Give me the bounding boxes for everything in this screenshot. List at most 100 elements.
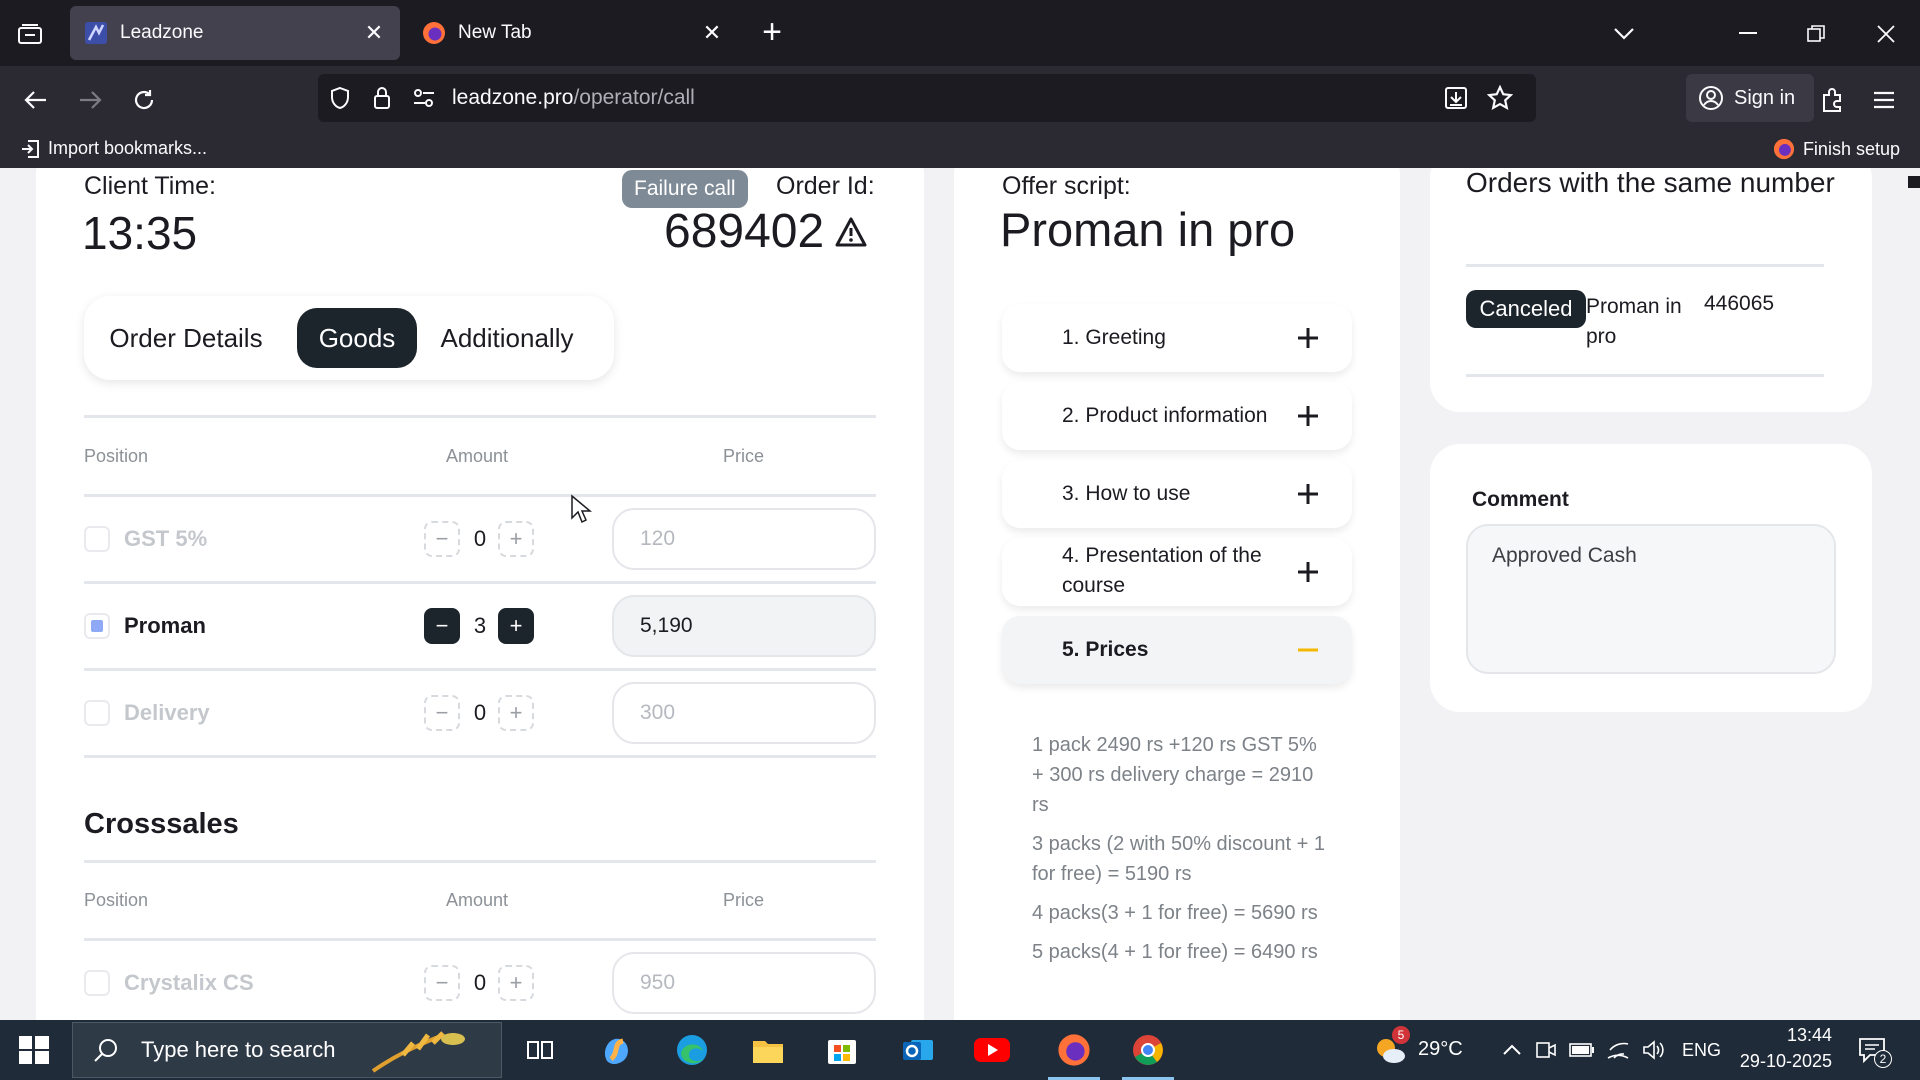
tab-additionally[interactable]: Additionally	[432, 308, 582, 368]
failure-call-badge[interactable]: Failure call	[622, 170, 748, 208]
order-number-link[interactable]: 446065	[1704, 292, 1774, 316]
tab-order-details[interactable]: Order Details	[106, 308, 266, 368]
search-placeholder: Type here to search	[141, 1037, 336, 1062]
increment-button[interactable]: +	[498, 521, 534, 557]
microsoft-store-icon[interactable]	[822, 1030, 862, 1070]
lock-icon[interactable]	[368, 84, 396, 112]
column-header-position: Position	[84, 890, 149, 910]
increment-button[interactable]: +	[498, 695, 534, 731]
offer-script-product: Proman in pro	[1000, 203, 1296, 256]
edge-icon[interactable]	[672, 1030, 712, 1070]
import-bookmarks-link[interactable]: Import bookmarks...	[20, 138, 207, 159]
meet-icon[interactable]	[1526, 1030, 1566, 1070]
menu-icon[interactable]	[1864, 80, 1904, 120]
close-window-icon[interactable]	[1866, 14, 1906, 54]
bookmark-star-icon[interactable]	[1486, 84, 1514, 112]
windows-start-icon[interactable]	[14, 1032, 54, 1068]
list-all-tabs-icon[interactable]	[1604, 14, 1644, 54]
increment-button[interactable]: +	[498, 608, 534, 644]
finish-setup-link[interactable]: Finish setup	[1773, 138, 1900, 160]
row-checkbox[interactable]	[84, 700, 110, 726]
script-section-product-information[interactable]: 2. Product information	[1002, 382, 1352, 450]
language-indicator[interactable]: ENG	[1682, 1040, 1721, 1061]
close-tab-icon[interactable]: ✕	[362, 20, 386, 45]
tracking-shield-icon[interactable]	[326, 84, 354, 112]
decrement-button[interactable]: −	[424, 608, 460, 644]
comment-textarea[interactable]: Approved Cash	[1466, 524, 1836, 674]
tab-new-tab[interactable]: New Tab ✕	[408, 6, 738, 60]
clock-time[interactable]: 13:44	[1758, 1025, 1832, 1046]
restore-icon[interactable]	[1796, 14, 1836, 54]
extensions-icon[interactable]	[1812, 80, 1852, 120]
tab-leadzone[interactable]: Leadzone ✕	[70, 6, 400, 60]
tab-title: New Tab	[458, 22, 532, 43]
reload-icon[interactable]	[124, 80, 164, 120]
script-section-how-to-use[interactable]: 3. How to use	[1002, 460, 1352, 528]
divider	[84, 755, 876, 758]
chrome-icon[interactable]	[1122, 1030, 1174, 1080]
clock-date[interactable]: 29-10-2025	[1728, 1051, 1832, 1072]
weather-icon[interactable]: 5	[1370, 1026, 1410, 1070]
task-view-icon[interactable]	[520, 1030, 560, 1070]
increment-button[interactable]: +	[498, 965, 534, 1001]
minimize-icon[interactable]	[1728, 14, 1768, 54]
row-checkbox-checked[interactable]	[84, 613, 110, 639]
divider	[84, 860, 876, 863]
firefox-icon	[1773, 138, 1795, 160]
row-checkbox[interactable]	[84, 970, 110, 996]
plus-icon	[1298, 484, 1318, 504]
decrement-button[interactable]: −	[424, 695, 460, 731]
order-id: 689402	[664, 204, 868, 259]
close-tab-icon[interactable]: ✕	[700, 20, 724, 45]
order-product: Proman in pro	[1586, 295, 1682, 348]
decrement-button[interactable]: −	[424, 965, 460, 1001]
script-section-greeting[interactable]: 1. Greeting	[1002, 304, 1352, 372]
tab-goods[interactable]: Goods	[297, 308, 417, 368]
search-highlight-icon	[371, 1031, 465, 1073]
wifi-icon[interactable]	[1598, 1030, 1638, 1070]
warning-icon[interactable]	[834, 216, 868, 248]
copilot-icon[interactable]	[596, 1030, 636, 1070]
scrollbar-thumb[interactable]	[1908, 176, 1920, 188]
row-checkbox[interactable]	[84, 526, 110, 552]
permissions-icon[interactable]	[410, 84, 438, 112]
forward-icon[interactable]	[70, 80, 110, 120]
column-header-price: Price	[723, 446, 765, 466]
back-icon[interactable]	[16, 80, 56, 120]
outlook-icon[interactable]	[898, 1030, 938, 1070]
save-to-pocket-icon[interactable]	[1442, 84, 1470, 112]
column-header-price: Price	[723, 890, 765, 910]
url-domain: leadzone.pro	[452, 86, 574, 109]
price-input[interactable]: 300	[612, 682, 876, 744]
volume-icon[interactable]	[1634, 1030, 1674, 1070]
temperature[interactable]: 29°C	[1418, 1038, 1463, 1061]
script-section-label: 1. Greeting	[1062, 326, 1166, 349]
firefox-taskbar-icon[interactable]	[1048, 1030, 1100, 1080]
script-section-prices[interactable]: 5. Prices	[1002, 616, 1352, 684]
new-tab-button[interactable]: +	[754, 13, 790, 51]
url-path: /operator/call	[573, 86, 695, 109]
script-section-label: 2. Product information	[1062, 404, 1268, 427]
client-time-value: 13:35	[82, 207, 198, 259]
tab-list-icon[interactable]	[12, 16, 48, 52]
price-line: 1 pack 2490 rs +120 rs GST 5% + 300 rs d…	[1032, 734, 1317, 816]
notifications-icon[interactable]: 2	[1852, 1030, 1892, 1070]
divider	[84, 938, 876, 941]
price-input[interactable]: 120	[612, 508, 876, 570]
url-text[interactable]: leadzone.pro/operator/call	[452, 86, 695, 110]
youtube-icon[interactable]	[972, 1030, 1012, 1070]
url-bar[interactable]: leadzone.pro/operator/call	[318, 74, 1536, 122]
decrement-button[interactable]: −	[424, 521, 460, 557]
price-input[interactable]: 5,190	[612, 595, 876, 657]
battery-icon[interactable]	[1562, 1030, 1602, 1070]
import-bookmarks-label: Import bookmarks...	[48, 138, 208, 158]
mouse-cursor-icon	[571, 494, 592, 524]
sign-in-button[interactable]: Sign in	[1686, 74, 1814, 122]
taskbar-search-input[interactable]: Type here to search	[72, 1022, 502, 1078]
divider	[1466, 374, 1824, 377]
file-explorer-icon[interactable]	[748, 1030, 788, 1070]
price-input[interactable]: 950	[612, 952, 876, 1014]
search-icon	[94, 1039, 117, 1062]
divider	[84, 494, 876, 497]
script-section-presentation[interactable]: 4. Presentation of the course	[1002, 538, 1352, 606]
